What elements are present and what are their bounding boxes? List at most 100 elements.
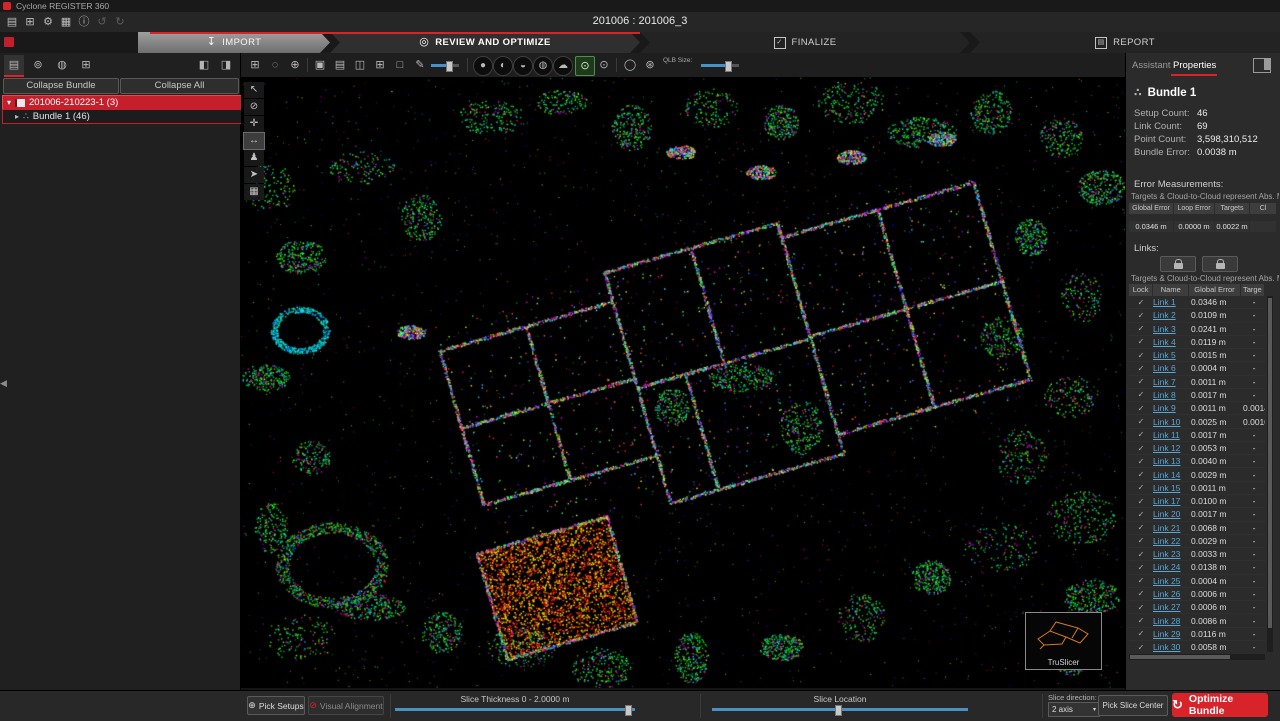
sidebar-tab-structure[interactable]: ⊞ <box>76 55 96 75</box>
link-row[interactable]: ✓Link 70.0011 m- <box>1129 376 1265 389</box>
link-row[interactable]: ✓Link 250.0004 m- <box>1129 575 1265 588</box>
link-row[interactable]: ✓Link 50.0015 m- <box>1129 349 1265 362</box>
link-name[interactable]: Link 9 <box>1153 403 1189 413</box>
point-cloud-viewport[interactable] <box>241 77 1125 688</box>
link-lock-check-icon[interactable]: ✓ <box>1129 390 1153 399</box>
link-lock-check-icon[interactable]: ✓ <box>1129 603 1153 612</box>
link-lock-check-icon[interactable]: ✓ <box>1129 629 1153 638</box>
pick-setups-button[interactable]: ⊕ Pick Setups <box>247 696 305 715</box>
link-name[interactable]: Link 17 <box>1153 496 1189 506</box>
measure-icon[interactable]: ↔ <box>244 133 264 149</box>
link-row[interactable]: ✓Link 10.0346 m- <box>1129 296 1265 309</box>
link-row[interactable]: ✓Link 270.0006 m- <box>1129 601 1265 614</box>
light-off-icon[interactable]: ⊙ <box>595 56 613 74</box>
link-name[interactable]: Link 27 <box>1153 602 1189 612</box>
link-lock-check-icon[interactable]: ✓ <box>1129 536 1153 545</box>
links-vertical-scrollbar[interactable] <box>1267 296 1273 652</box>
link-name[interactable]: Link 26 <box>1153 589 1189 599</box>
walk-mode-icon[interactable]: ♟ <box>244 150 264 166</box>
link-name[interactable]: Link 15 <box>1153 483 1189 493</box>
fly-mode-icon[interactable]: ➤ <box>244 167 264 183</box>
link-row[interactable]: ✓Link 140.0029 m- <box>1129 468 1265 481</box>
workflow-step-finalize[interactable]: ✓ FINALIZE <box>640 32 970 53</box>
link-row[interactable]: ✓Link 150.0011 m- <box>1129 482 1265 495</box>
link-lock-check-icon[interactable]: ✓ <box>1129 351 1153 360</box>
link-lock-check-icon[interactable]: ✓ <box>1129 510 1153 519</box>
link-row[interactable]: ✓Link 100.0025 m0.0010 <box>1129 415 1265 428</box>
link-row[interactable]: ✓Link 280.0086 m- <box>1129 614 1265 627</box>
truslicer-panel[interactable]: TruSlicer <box>1025 612 1102 670</box>
render-mode-texture-icon[interactable]: ◍ <box>533 56 553 76</box>
link-lock-check-icon[interactable]: ✓ <box>1129 483 1153 492</box>
link-name[interactable]: Link 30 <box>1153 642 1189 652</box>
link-name[interactable]: Link 13 <box>1153 456 1189 466</box>
links-horizontal-scrollbar[interactable] <box>1129 654 1265 660</box>
link-row[interactable]: ✓Link 210.0068 m- <box>1129 522 1265 535</box>
link-row[interactable]: ✓Link 240.0138 m- <box>1129 561 1265 574</box>
eraser-size-slider[interactable] <box>431 64 459 67</box>
workflow-step-report[interactable]: ▤ REPORT <box>970 32 1280 53</box>
lock-all-button[interactable] <box>1160 256 1196 272</box>
link-name[interactable]: Link 14 <box>1153 470 1189 480</box>
view-orientation-icon[interactable]: ⊛ <box>641 56 659 74</box>
tree-item-project[interactable]: ▾ 201006-210223-1 (3) <box>2 95 242 110</box>
box-select-icon[interactable]: ⊞ <box>246 56 264 74</box>
link-name[interactable]: Link 5 <box>1153 350 1189 360</box>
link-row[interactable]: ✓Link 130.0040 m- <box>1129 455 1265 468</box>
link-row[interactable]: ✓Link 260.0006 m- <box>1129 588 1265 601</box>
orbit-cube-icon[interactable]: ▦ <box>244 184 264 200</box>
link-name[interactable]: Link 12 <box>1153 443 1189 453</box>
workflow-step-import[interactable]: ↧ IMPORT <box>138 32 330 53</box>
link-lock-check-icon[interactable]: ✓ <box>1129 563 1153 572</box>
render-mode-bottom-icon[interactable]: ◒ <box>513 56 533 76</box>
caret-down-icon[interactable]: ▾ <box>7 98 11 107</box>
link-lock-check-icon[interactable]: ✓ <box>1129 643 1153 652</box>
link-name[interactable]: Link 21 <box>1153 523 1189 533</box>
link-name[interactable]: Link 6 <box>1153 363 1189 373</box>
link-row[interactable]: ✓Link 90.0011 m0.0014 <box>1129 402 1265 415</box>
link-row[interactable]: ✓Link 200.0017 m- <box>1129 508 1265 521</box>
link-name[interactable]: Link 4 <box>1153 337 1189 347</box>
slice-direction-dropdown[interactable]: 2 axis ▾ <box>1048 702 1100 717</box>
link-row[interactable]: ✓Link 230.0033 m- <box>1129 548 1265 561</box>
link-lock-check-icon[interactable]: ✓ <box>1129 377 1153 386</box>
split-view-icon[interactable]: ◫ <box>351 56 369 74</box>
link-lock-check-icon[interactable]: ✓ <box>1129 589 1153 598</box>
link-name[interactable]: Link 24 <box>1153 562 1189 572</box>
pick-slice-center-button[interactable]: Pick Slice Center <box>1098 695 1168 716</box>
link-row[interactable]: ✓Link 290.0116 m- <box>1129 628 1265 641</box>
link-name[interactable]: Link 7 <box>1153 377 1189 387</box>
panorama-view-icon[interactable]: ▤ <box>331 56 349 74</box>
link-lock-check-icon[interactable]: ✓ <box>1129 324 1153 333</box>
collapse-all-button[interactable]: Collapse All <box>120 78 239 94</box>
link-lock-check-icon[interactable]: ✓ <box>1129 430 1153 439</box>
link-name[interactable]: Link 29 <box>1153 629 1189 639</box>
slice-thickness-slider[interactable] <box>395 708 635 711</box>
link-row[interactable]: ✓Link 220.0029 m- <box>1129 535 1265 548</box>
eraser-icon[interactable]: ✎ <box>411 56 429 74</box>
render-mode-solid-icon[interactable]: ● <box>473 56 493 76</box>
visual-alignment-button[interactable]: ⊘ Visual Alignment <box>308 696 384 715</box>
link-row[interactable]: ✓Link 80.0017 m- <box>1129 389 1265 402</box>
link-name[interactable]: Link 23 <box>1153 549 1189 559</box>
link-name[interactable]: Link 25 <box>1153 576 1189 586</box>
full-view-icon[interactable]: □ <box>391 56 409 74</box>
unlock-all-button[interactable] <box>1202 256 1238 272</box>
optimize-bundle-button[interactable]: ↻ Optimize Bundle <box>1172 693 1268 717</box>
link-lock-check-icon[interactable]: ✓ <box>1129 417 1153 426</box>
link-lock-check-icon[interactable]: ✓ <box>1129 550 1153 559</box>
collapse-bundle-button[interactable]: Collapse Bundle <box>3 78 119 94</box>
link-name[interactable]: Link 10 <box>1153 417 1189 427</box>
link-row[interactable]: ✓Link 40.0119 m- <box>1129 336 1265 349</box>
light-on-icon[interactable]: ⊙ <box>575 56 595 76</box>
workflow-step-review-and-optimize[interactable]: ◎ REVIEW AND OPTIMIZE <box>330 32 640 53</box>
link-lock-check-icon[interactable]: ✓ <box>1129 311 1153 320</box>
sidebar-filter-right-icon[interactable]: ◨ <box>216 55 236 75</box>
link-row[interactable]: ✓Link 20.0109 m- <box>1129 309 1265 322</box>
link-lock-check-icon[interactable]: ✓ <box>1129 470 1153 479</box>
view-cube-icon[interactable]: ◯ <box>621 56 639 74</box>
zoom-window-icon[interactable]: ⊕ <box>286 56 304 74</box>
qlb-size-slider[interactable] <box>701 64 739 67</box>
link-name[interactable]: Link 11 <box>1153 430 1189 440</box>
sidebar-tab-list[interactable]: ▤ <box>4 55 24 77</box>
